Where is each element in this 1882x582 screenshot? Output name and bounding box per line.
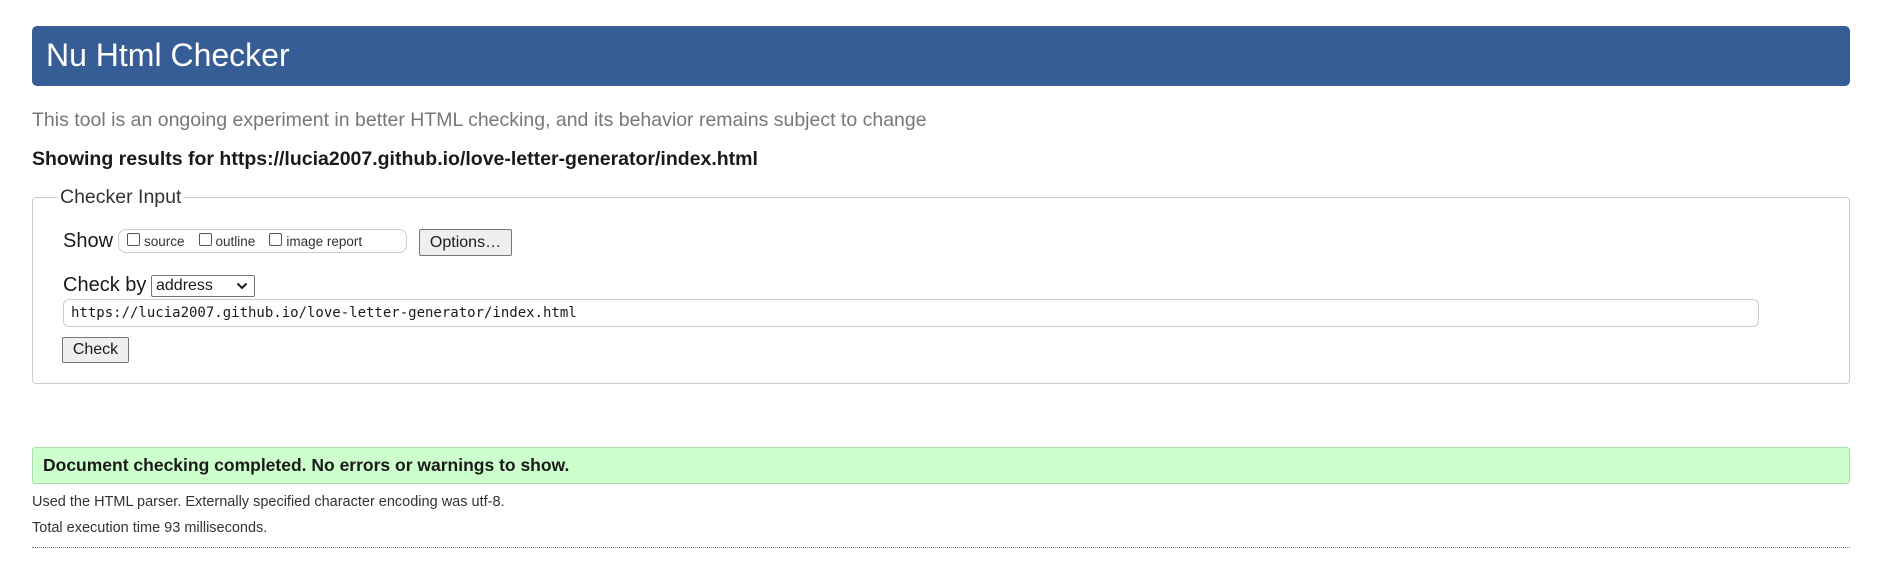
- show-outline-option[interactable]: outline: [198, 232, 256, 249]
- page-subtitle: This tool is an ongoing experiment in be…: [32, 109, 927, 131]
- show-image-report-option[interactable]: image report: [269, 232, 363, 249]
- divider: [32, 547, 1850, 548]
- page-header: Nu Html Checker: [32, 26, 1850, 86]
- url-input[interactable]: https://lucia2007.github.io/love-letter-…: [63, 299, 1759, 327]
- source-checkbox[interactable]: [127, 232, 140, 246]
- show-label: Show: [63, 230, 114, 252]
- checker-input-legend: Checker Input: [60, 186, 182, 208]
- image-report-checkbox[interactable]: [269, 232, 283, 246]
- show-options-group: source outline image report: [118, 229, 407, 253]
- outline-checkbox[interactable]: [198, 232, 212, 246]
- checker-input-fieldset: Checker Input: [32, 186, 1850, 384]
- image-report-checkbox-label: image report: [286, 233, 363, 249]
- execution-time: Total execution time 93 milliseconds.: [32, 520, 268, 536]
- options-button[interactable]: Options…: [419, 229, 512, 256]
- chevron-down-icon: [236, 282, 248, 290]
- source-checkbox-label: source: [144, 233, 185, 249]
- check-button[interactable]: Check: [62, 337, 129, 363]
- show-source-option[interactable]: source: [127, 232, 185, 249]
- success-message: Document checking completed. No errors o…: [32, 447, 1850, 484]
- page-title: Nu Html Checker: [46, 37, 290, 73]
- results-for-heading: Showing results for https://lucia2007.gi…: [32, 148, 758, 170]
- check-by-select[interactable]: address: [151, 275, 255, 297]
- check-by-label: Check by: [63, 274, 147, 296]
- parser-info: Used the HTML parser. Externally specifi…: [32, 494, 505, 510]
- outline-checkbox-label: outline: [215, 233, 256, 249]
- check-by-selected-value: address: [156, 277, 213, 294]
